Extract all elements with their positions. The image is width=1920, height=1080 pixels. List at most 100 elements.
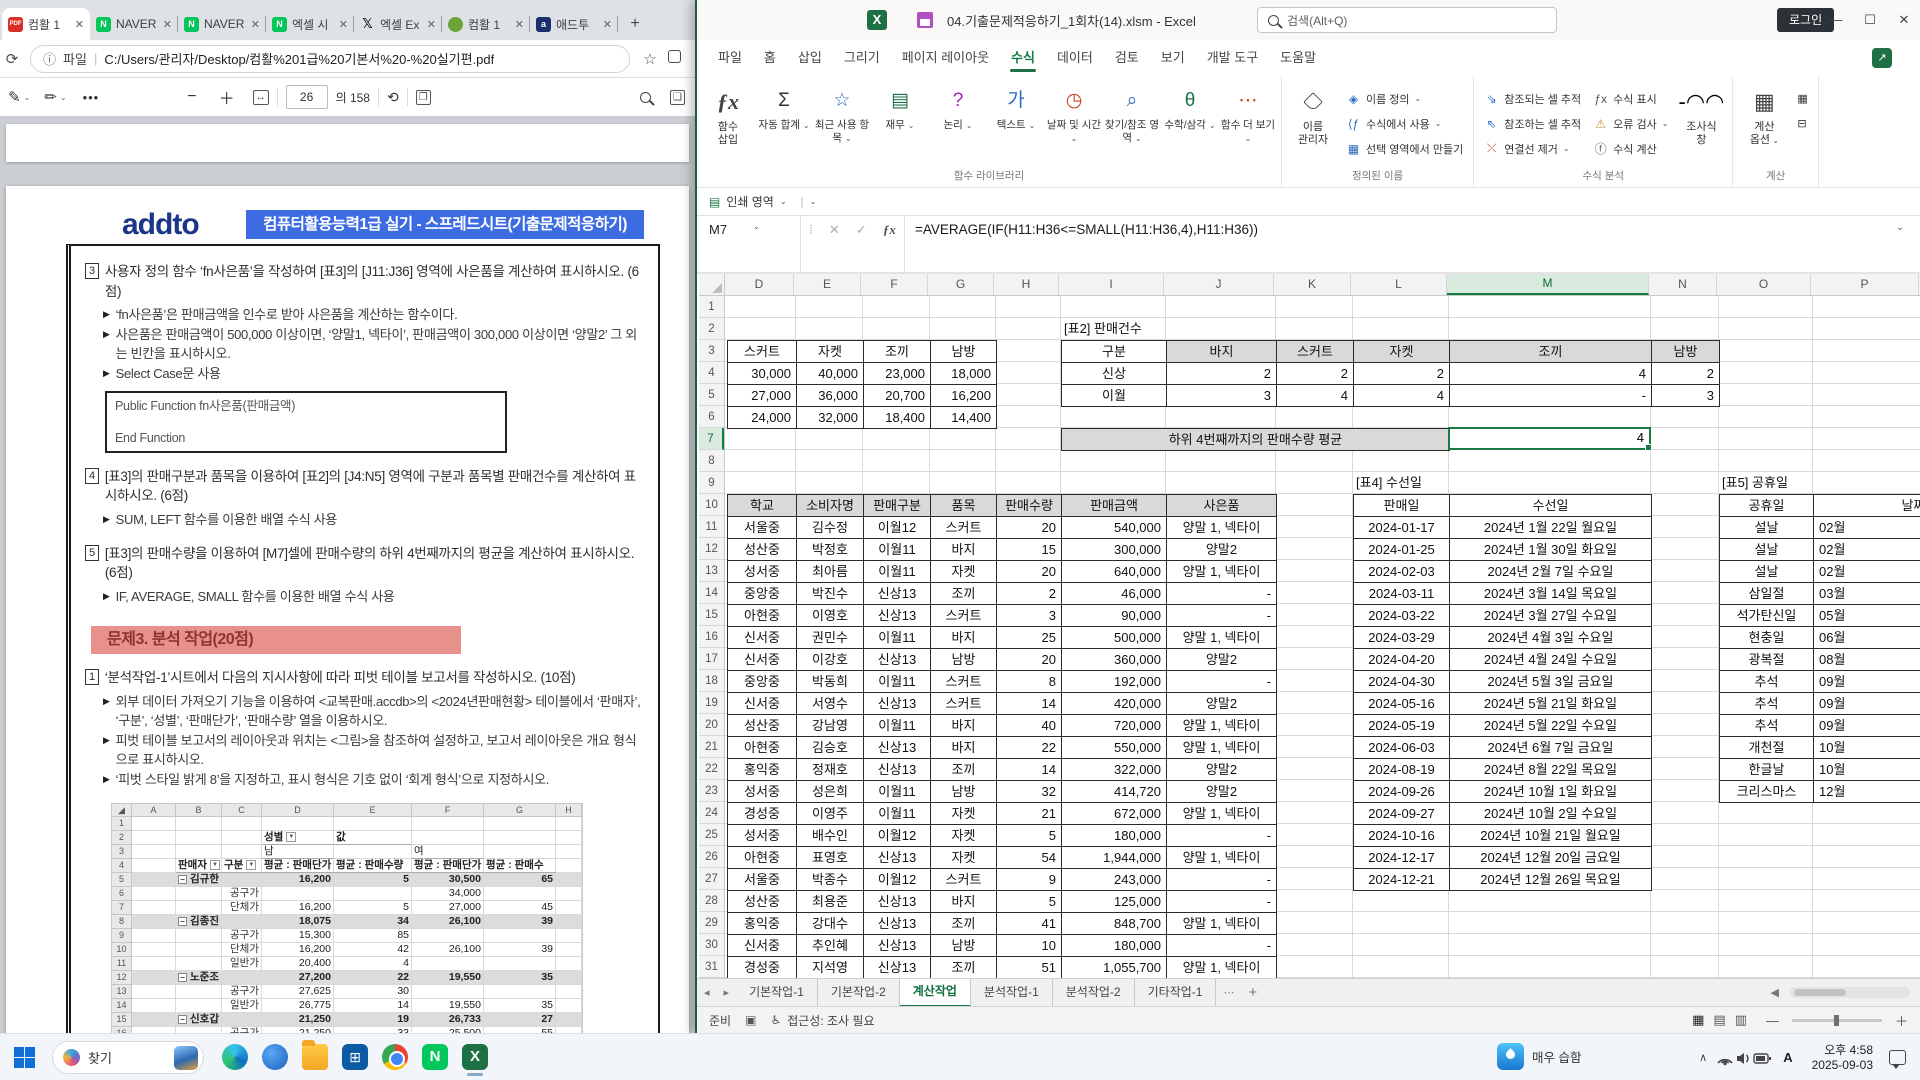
sales-detail-table-cell[interactable]: 이월11 xyxy=(864,671,931,693)
scrollbar-track[interactable] xyxy=(1790,987,1910,998)
sales-detail-table-cell[interactable]: 양말 1, 넥타이 xyxy=(1167,517,1277,539)
column-header-L[interactable]: L xyxy=(1351,274,1447,295)
sheet-nav-left-icon[interactable]: ◂ xyxy=(697,986,717,999)
sales-detail-table-cell[interactable]: 90,000 xyxy=(1062,605,1167,627)
sales-detail-table-cell[interactable]: 신서중 xyxy=(728,693,797,715)
sales-detail-table-cell[interactable]: 이영주 xyxy=(797,803,864,825)
column-header-D[interactable]: D xyxy=(725,274,794,295)
sales-detail-table-cell[interactable]: 9 xyxy=(997,869,1062,891)
ribbon-button-연결선 제거[interactable]: ⤫연결선 제거⌄ xyxy=(1478,136,1587,161)
refresh-icon[interactable]: ⟳ xyxy=(0,50,24,68)
sales-detail-table-cell[interactable]: 중앙중 xyxy=(728,583,797,605)
holiday-table-cell[interactable]: 06월 xyxy=(1814,627,1920,649)
sales-detail-table-cell[interactable]: 박동희 xyxy=(797,671,864,693)
sales-detail-table-cell[interactable]: 51 xyxy=(997,957,1062,978)
ribbon-button-참조하는 셀 추적[interactable]: ⇖참조하는 셀 추적 xyxy=(1478,111,1587,136)
name-manager-button[interactable]: 이름 관리자 xyxy=(1286,80,1340,169)
filter-dropdown-icon[interactable]: ▼ xyxy=(286,832,296,842)
ribbon-button-수식에서 사용[interactable]: ⟨ƒ수식에서 사용⌄ xyxy=(1340,111,1469,136)
price-table-cell[interactable]: 18,000 xyxy=(931,363,997,385)
repair-date-table-cell[interactable]: 2024년 10월 1일 화요일 xyxy=(1450,781,1652,803)
row-header-7[interactable]: 7 xyxy=(699,428,724,450)
sales-detail-table-cell[interactable]: 양말2 xyxy=(1167,693,1277,715)
row-header-15[interactable]: 15 xyxy=(699,604,724,626)
zoom-out-icon[interactable]: — xyxy=(1766,1013,1779,1028)
insert-function-button[interactable]: ƒx함수 삽입 xyxy=(701,80,755,169)
holiday-table-cell[interactable]: 설날 xyxy=(1720,539,1814,561)
sales-detail-table-cell[interactable]: 이월12 xyxy=(864,869,931,891)
ribbon-button-자동 합계[interactable]: Σ자동 합계 ⌄ xyxy=(755,80,813,169)
repair-date-table-cell[interactable]: 2024-09-27 xyxy=(1354,803,1450,825)
column-header-G[interactable]: G xyxy=(928,274,994,295)
sales-detail-table-cell[interactable]: 학교 xyxy=(728,495,797,517)
scroll-left-icon[interactable]: ◀ xyxy=(1764,986,1786,999)
sales-detail-table-cell[interactable]: 360,000 xyxy=(1062,649,1167,671)
sales-detail-table-cell[interactable]: 스커트 xyxy=(931,693,997,715)
sales-detail-table-cell[interactable]: 180,000 xyxy=(1062,825,1167,847)
row-header-22[interactable]: 22 xyxy=(699,758,724,780)
holiday-table-cell[interactable]: 09월 xyxy=(1814,671,1920,693)
sales-detail-table-cell[interactable]: 성산중 xyxy=(728,715,797,737)
sales-detail-table-cell[interactable]: 자켓 xyxy=(931,847,997,869)
sales-detail-table-cell[interactable]: 신상13 xyxy=(864,957,931,978)
holiday-table-cell[interactable]: 02월 xyxy=(1814,561,1920,583)
repair-date-table-cell[interactable]: 2024년 5월 21일 화요일 xyxy=(1450,693,1652,715)
pdf-page-view-icon[interactable]: ❐ xyxy=(416,90,431,105)
holiday-table-cell[interactable]: 09월 xyxy=(1814,693,1920,715)
browser-tab-1[interactable]: PDF컴활 1✕ xyxy=(2,8,90,40)
sales-detail-table-cell[interactable]: 아현중 xyxy=(728,737,797,759)
browser-tab-5[interactable]: 𝕏엑셀 Ex✕ xyxy=(354,8,442,40)
collapse-icon[interactable]: − xyxy=(178,1015,187,1024)
taskbar-edge-icon[interactable] xyxy=(222,1044,248,1070)
formula-input[interactable]: =AVERAGE(IF(H11:H36<=SMALL(H11:H36,4),H1… xyxy=(905,216,1896,272)
menu-tab-그리기[interactable]: 그리기 xyxy=(833,40,891,76)
row-header-27[interactable]: 27 xyxy=(699,868,724,890)
sales-detail-table-cell[interactable]: 5 xyxy=(997,825,1062,847)
sales-detail-table-cell[interactable]: 14 xyxy=(997,759,1062,781)
sales-count-table-cell[interactable]: 3 xyxy=(1652,385,1720,407)
row-header-23[interactable]: 23 xyxy=(699,780,724,802)
repair-date-table-cell[interactable]: 수선일 xyxy=(1450,495,1652,517)
sales-detail-table-cell[interactable]: 양말 1, 넥타이 xyxy=(1167,627,1277,649)
repair-date-table-cell[interactable]: 2024-03-11 xyxy=(1354,583,1450,605)
row-header-11[interactable]: 11 xyxy=(699,516,724,538)
repair-date-table-cell[interactable]: 2024년 3월 14일 목요일 xyxy=(1450,583,1652,605)
column-header-O[interactable]: O xyxy=(1717,274,1811,295)
price-table-cell[interactable]: 32,000 xyxy=(797,407,864,429)
column-header-N[interactable]: N xyxy=(1649,274,1717,295)
repair-date-table-cell[interactable]: 2024년 8월 22일 목요일 xyxy=(1450,759,1652,781)
sales-detail-table-cell[interactable]: 권민수 xyxy=(797,627,864,649)
sales-detail-table-cell[interactable]: 성산중 xyxy=(728,539,797,561)
sales-detail-table-cell[interactable]: 박정호 xyxy=(797,539,864,561)
menu-tab-데이터[interactable]: 데이터 xyxy=(1046,40,1104,76)
price-table-cell[interactable]: 23,000 xyxy=(864,363,931,385)
row-header-10[interactable]: 10 xyxy=(699,494,724,516)
sales-detail-table-cell[interactable]: 남방 xyxy=(931,935,997,957)
sales-detail-table-cell[interactable]: - xyxy=(1167,935,1277,957)
pdf-rotate-icon[interactable]: ⟲ xyxy=(387,89,399,106)
sales-detail-table-cell[interactable]: - xyxy=(1167,583,1277,605)
ribbon-button-찾기/참조 영역[interactable]: ⌕찾기/참조 영역 ⌄ xyxy=(1103,80,1161,169)
sales-detail-table-cell[interactable]: 신상13 xyxy=(864,693,931,715)
sales-detail-table-cell[interactable]: 스커트 xyxy=(931,869,997,891)
sheet-overflow-icon[interactable]: ⋯ xyxy=(1216,986,1241,999)
repair-date-table-cell[interactable]: 2024-01-25 xyxy=(1354,539,1450,561)
calculation-options-button[interactable]: ▦계산 옵션 ⌄ xyxy=(1737,80,1791,169)
sales-count-table-cell[interactable]: 남방 xyxy=(1652,341,1720,363)
repair-date-table-cell[interactable]: 2024년 10월 2일 수요일 xyxy=(1450,803,1652,825)
selected-cell-m7[interactable]: 4 xyxy=(1448,427,1651,450)
sales-detail-table-cell[interactable]: 강남영 xyxy=(797,715,864,737)
sales-count-table-cell[interactable]: - xyxy=(1450,385,1652,407)
sales-count-table-cell[interactable]: 4 xyxy=(1354,385,1450,407)
sales-detail-table-cell[interactable]: 홍익중 xyxy=(728,913,797,935)
repair-date-table-cell[interactable]: 2024-12-21 xyxy=(1354,869,1450,891)
row-header-8[interactable]: 8 xyxy=(699,450,724,472)
repair-date-table-cell[interactable]: 2024년 4월 3일 수요일 xyxy=(1450,627,1652,649)
price-table-cell[interactable]: 14,400 xyxy=(931,407,997,429)
sales-detail-table-cell[interactable]: 홍익중 xyxy=(728,759,797,781)
sales-count-table-cell[interactable]: 자켓 xyxy=(1354,341,1450,363)
sales-detail-table-cell[interactable]: 이월11 xyxy=(864,561,931,583)
sales-detail-table-cell[interactable]: 양말 1, 넥타이 xyxy=(1167,913,1277,935)
holiday-table-cell[interactable]: 03월 xyxy=(1814,583,1920,605)
price-table-cell[interactable]: 조끼 xyxy=(864,341,931,363)
